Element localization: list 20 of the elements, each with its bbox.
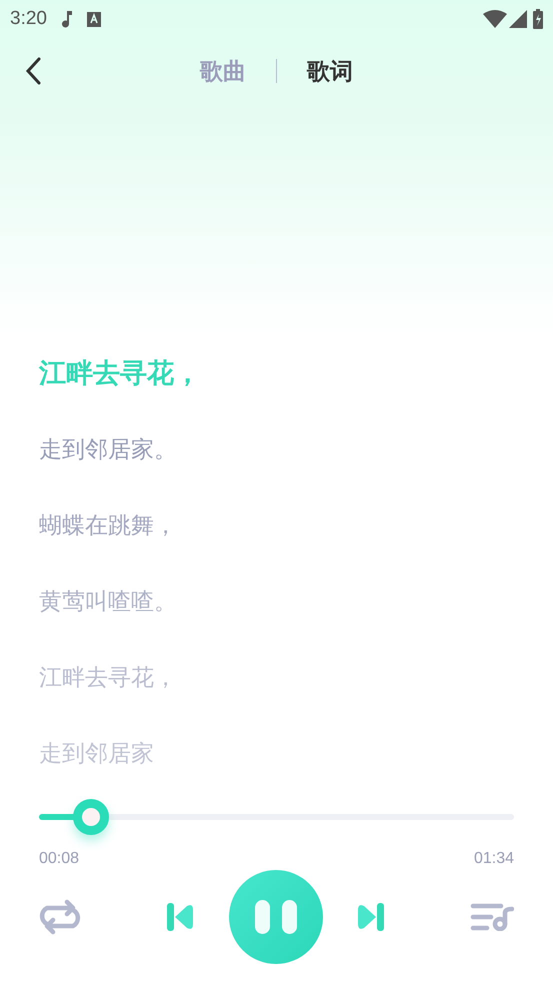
elapsed-time: 00:08 — [39, 850, 80, 868]
total-time: 01:34 — [474, 850, 514, 868]
playlist-icon[interactable] — [470, 903, 514, 931]
lyric-line: 走到邻居家。 — [39, 436, 177, 465]
wifi-icon — [483, 10, 507, 28]
signal-icon — [509, 10, 527, 28]
lyric-line: 走到邻居家 — [39, 740, 154, 769]
next-button[interactable] — [358, 903, 384, 931]
progress-thumb[interactable] — [73, 799, 110, 835]
lyric-line: 江畔去寻花， — [39, 664, 177, 693]
previous-button[interactable] — [166, 903, 193, 931]
music-note-icon — [60, 10, 73, 28]
lyric-line: 黄莺叫喳喳。 — [39, 588, 177, 617]
lyric-line: 江畔去寻花， — [39, 358, 201, 390]
keyboard-a-icon — [86, 12, 101, 26]
tab[interactable]: 歌词 — [307, 56, 353, 86]
lyric-line: 蝴蝶在跳舞， — [39, 512, 177, 541]
battery-icon — [533, 9, 543, 29]
status-time: 3:20 — [10, 8, 47, 30]
repeat-button[interactable] — [39, 898, 81, 936]
